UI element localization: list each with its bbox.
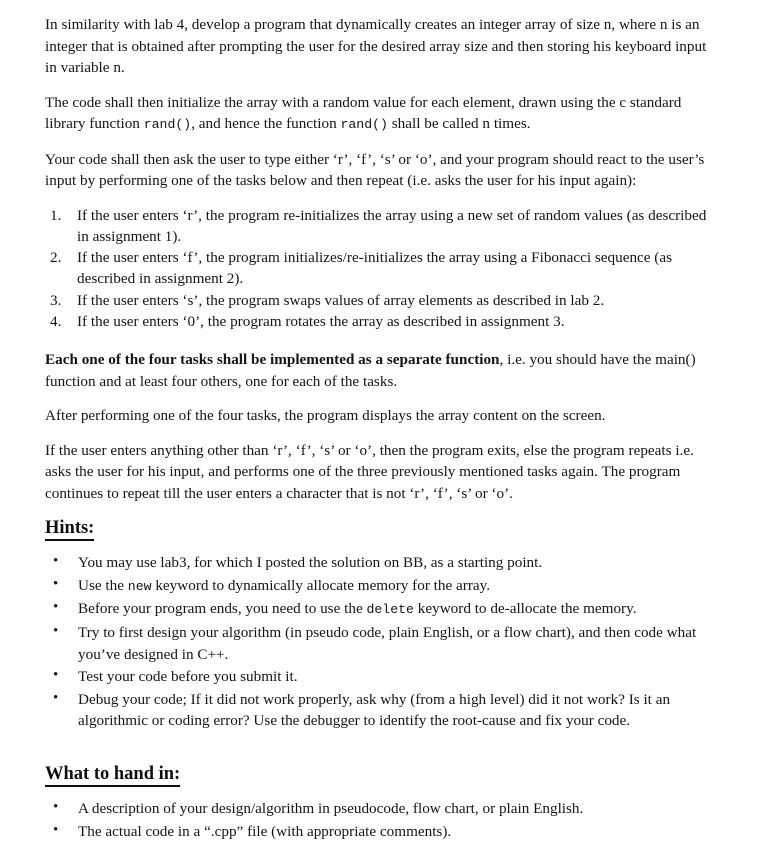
- task-list-item: If the user enters ‘f’, the program init…: [50, 247, 673, 288]
- hints-list-item: Try to first design your algorithm (in p…: [53, 621, 718, 665]
- document-body: In similarity with lab 4, develop a prog…: [45, 14, 718, 855]
- separate-function-paragraph: Each one of the four tasks shall be impl…: [45, 349, 718, 392]
- rand-code-1: rand(): [143, 117, 192, 132]
- new-keyword-code: new: [127, 578, 152, 594]
- hand-in-list-item: A description of your design/algorithm i…: [53, 797, 718, 820]
- react-paragraph: Your code shall then ask the user to typ…: [45, 150, 705, 190]
- rand-code-2: rand(): [340, 117, 388, 132]
- hints-item-text: Debug your code; If it did not work prop…: [78, 690, 671, 730]
- hints-item-text: Test your code before you submit it.: [78, 668, 298, 686]
- hand-in-heading: What to hand in:: [45, 763, 718, 788]
- hints-item-text: You may use lab3, for which I posted the…: [78, 554, 543, 572]
- hints-heading: Hints:: [45, 517, 718, 542]
- task-list-item: If the user enters ‘r’, the program re-i…: [50, 205, 707, 245]
- hints-list-item: Before your program ends, you need to us…: [53, 597, 718, 621]
- hints-list: You may use lab3, for which I posted the…: [45, 551, 718, 732]
- rand-paragraph-part3: shall be called n times.: [387, 115, 531, 132]
- task-list: If the user enters ‘r’, the program re-i…: [45, 205, 718, 333]
- after-tasks-paragraph: After performing one of the four tasks, …: [45, 407, 606, 425]
- hints-item-text: Before your program ends, you need to us…: [78, 600, 367, 618]
- hand-in-list-item: The actual code in a “.cpp” file (with a…: [53, 820, 718, 843]
- hints-list-item: Debug your code; If it did not work prop…: [53, 688, 718, 732]
- hints-list-item: Use the new keyword to dynamically alloc…: [53, 574, 718, 598]
- task-list-item: If the user enters ‘s’, the program swap…: [50, 290, 605, 312]
- separate-function-bold: Each one of the four tasks shall be impl…: [45, 351, 500, 369]
- exit-condition-paragraph: If the user enters anything other than ‘…: [45, 441, 694, 502]
- delete-keyword-code: delete: [366, 602, 414, 618]
- hints-list-item: Test your code before you submit it.: [53, 665, 718, 688]
- hints-item-text: Try to first design your algorithm (in p…: [78, 624, 697, 663]
- hints-item-text-cont: keyword to dynamically allocate memory f…: [151, 576, 491, 594]
- hand-in-list: A description of your design/algorithm i…: [45, 797, 718, 843]
- hints-item-text-cont: keyword to de-allocate the memory.: [413, 600, 637, 618]
- rand-paragraph: The code shall then initialize the array…: [45, 92, 718, 136]
- intro-paragraph: In similarity with lab 4, develop a prog…: [45, 16, 707, 76]
- hints-heading-text: Hints:: [45, 517, 95, 542]
- rand-paragraph-part2: , and hence the function: [191, 115, 341, 132]
- document-page: In similarity with lab 4, develop a prog…: [0, 0, 764, 841]
- hand-in-heading-text: What to hand in:: [45, 763, 181, 788]
- hints-item-text: Use the: [78, 576, 128, 594]
- task-list-item: If the user enters ‘0’, the program rota…: [50, 311, 565, 333]
- hints-list-item: You may use lab3, for which I posted the…: [53, 551, 718, 574]
